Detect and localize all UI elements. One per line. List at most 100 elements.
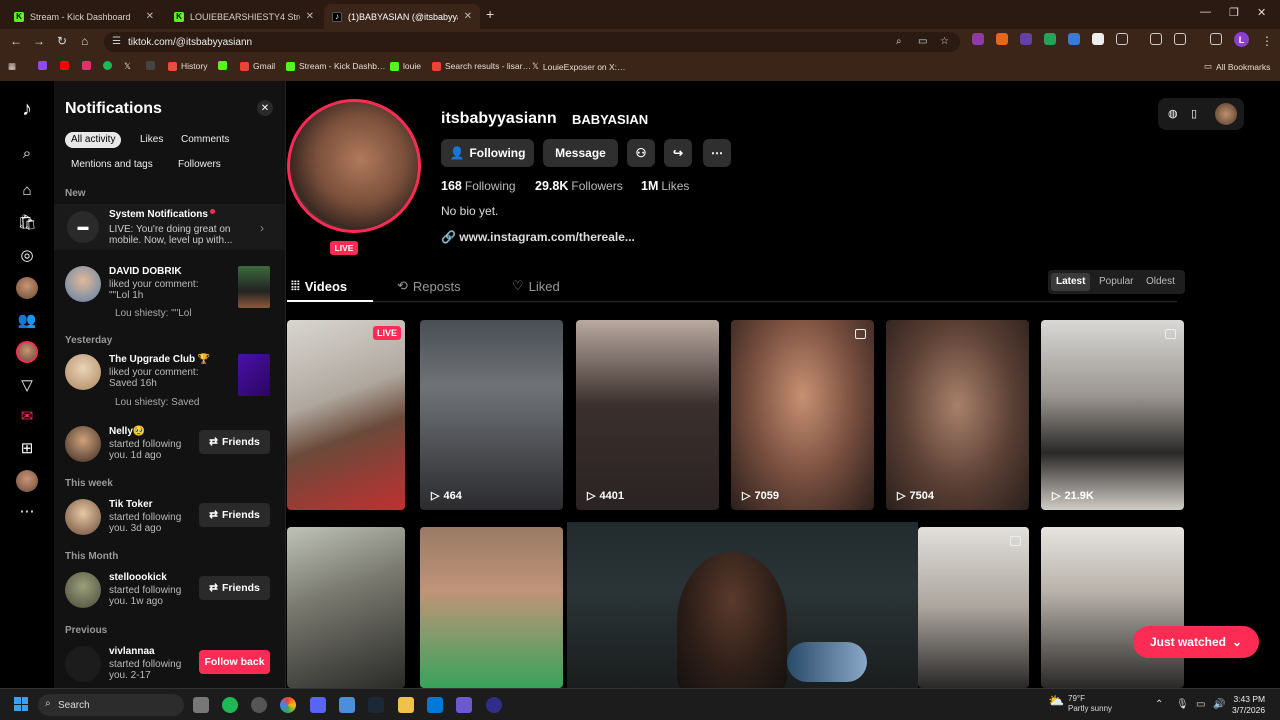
reading-list-icon[interactable] [1210,33,1222,45]
suggested-accounts-icon[interactable]: ⚇ [627,139,655,167]
tab-liked[interactable]: ♡ Liked [512,278,560,294]
profile-avatar[interactable] [16,470,38,492]
close-tab-icon[interactable]: ✕ [306,11,314,22]
close-tab-icon[interactable]: ✕ [464,11,472,22]
notification-tik-toker[interactable]: Tik Toker started following you. 3d ago … [54,497,285,545]
browser-tab-kick-dashboard[interactable]: K Stream - Kick Dashboard ✕ [6,4,162,29]
weather-widget[interactable]: ⛅ 79°F Partly sunny [1046,694,1112,714]
inbox-icon[interactable]: ✉ [17,406,37,426]
chrome-icon[interactable] [280,697,296,713]
more-icon[interactable]: ⋯ [17,501,37,521]
device-icon[interactable]: ▯ [1191,107,1197,120]
browser-tab-tiktok[interactable]: ♪ (1)BABYASIAN (@itsbabyyasian) ✕ [324,4,480,29]
filter-mentions[interactable]: Mentions and tags [65,157,159,173]
bookmark-kick-icon[interactable] [218,61,227,70]
video-card[interactable]: ▷ 4401 [576,320,719,510]
filter-comments[interactable]: Comments [175,132,235,148]
more-options-icon[interactable]: ⋯ [703,139,731,167]
friends-button[interactable]: ⇄ Friends [199,503,270,527]
app-icon[interactable] [251,697,267,713]
obs-icon[interactable] [486,697,502,713]
search-icon[interactable]: ⌕ [17,143,37,163]
following-avatar[interactable] [16,277,38,299]
profile-avatar-button[interactable]: L [1234,32,1249,47]
live-badge[interactable]: LIVE [330,241,358,255]
close-window-icon[interactable]: ✕ [1257,6,1266,19]
bookmark-x-icon[interactable]: 𝕏 [124,61,131,72]
taskbar-search[interactable]: ⌕ Search [38,694,184,716]
tab-videos[interactable]: ⦙⦙⦙ Videos [291,278,347,294]
extension-icon[interactable] [996,33,1008,45]
video-card[interactable] [420,527,563,688]
sort-latest[interactable]: Latest [1051,273,1091,291]
following-button[interactable]: 👤 Following [441,139,534,167]
bookmark-stream-dashboard[interactable]: Stream - Kick Dashb… [286,61,385,71]
live-avatar[interactable] [16,341,38,363]
upload-icon[interactable]: ⊞ [17,438,37,458]
messages-icon[interactable]: ▽ [17,375,37,395]
video-card[interactable]: ▷ 464 [420,320,563,510]
discord-icon[interactable] [310,697,326,713]
notification-david-dobrik[interactable]: DAVID DOBRIK liked your comment: ""Lol 1… [54,264,285,320]
site-info-icon[interactable]: ☰ [112,36,121,47]
bookmark-louie[interactable]: louie [390,61,421,71]
browser-tab-louie-stream[interactable]: K LOUIEBEARSHIESTY4 Stream - … ✕ [166,4,322,29]
sort-popular[interactable]: Popular [1094,273,1138,291]
network-icon[interactable]: ▭ [1196,699,1205,710]
task-view-icon[interactable] [193,697,209,713]
video-thumbnail[interactable] [238,266,270,308]
video-card[interactable]: LIVE [287,320,405,510]
video-card[interactable] [287,527,405,688]
video-card[interactable]: ▷ 21.9K [1041,320,1184,510]
explore-icon[interactable]: ◎ [17,245,37,265]
extensions-puzzle-icon[interactable] [1116,33,1128,45]
zoom-icon[interactable]: ⌕ [896,36,902,47]
bookmark-youtube-icon[interactable] [60,61,69,70]
bookmark-twitch-icon[interactable] [38,61,47,70]
notification-stellooo[interactable]: stelloookick started following you. 1w a… [54,570,285,618]
video-thumbnail[interactable] [238,354,270,396]
extension-icon[interactable] [1044,33,1056,45]
bookmark-history[interactable]: History [168,61,207,71]
filter-likes[interactable]: Likes [134,132,169,148]
menu-dots-icon[interactable]: ⋮ [1261,34,1273,48]
back-icon[interactable]: ← [10,34,22,48]
bookmark-gmail[interactable]: Gmail [240,61,275,71]
notification-nelly[interactable]: Nelly🥹 started following you. 1d ago ⇄ Fr… [54,424,285,472]
notification-system[interactable]: ▬ System Notifications LIVE: You're doin… [54,204,285,250]
followers-stat[interactable]: 29.8K Followers [535,179,623,193]
all-bookmarks-button[interactable]: ▭ All Bookmarks [1204,61,1270,72]
new-tab-button[interactable]: + [486,6,494,22]
video-card[interactable] [1041,527,1184,688]
video-card[interactable]: ▷ 7059 [731,320,874,510]
shop-icon[interactable]: 🛍 [17,212,37,232]
microphone-icon[interactable]: 🎙 [1176,699,1189,710]
sort-oldest[interactable]: Oldest [1141,273,1180,291]
home-icon[interactable]: ⌂ [81,34,88,48]
apps-grid-icon[interactable]: ▦ [8,61,16,72]
friends-button[interactable]: ⇄ Friends [199,576,270,600]
tray-chevron-icon[interactable]: ⌃ [1155,699,1163,710]
close-tab-icon[interactable]: ✕ [146,11,154,22]
coin-icon[interactable]: ◍ [1168,107,1178,120]
video-card[interactable] [918,527,1029,688]
address-bar[interactable]: ☰ tiktok.com/@itsbabyyasiann ⌕ ▭ ☆ [104,32,960,52]
download-icon[interactable] [1174,33,1186,45]
file-explorer-icon[interactable] [398,697,414,713]
app-icon[interactable] [456,697,472,713]
close-icon[interactable]: ✕ [257,100,273,116]
friends-icon[interactable]: 👥 [17,310,37,330]
friends-button[interactable]: ⇄ Friends [199,430,270,454]
filter-followers[interactable]: Followers [172,157,227,173]
settings-icon[interactable] [339,697,355,713]
extension-icon[interactable] [1020,33,1032,45]
bookmark-spotify-icon[interactable] [103,61,112,70]
filter-all-activity[interactable]: All activity [65,132,122,148]
spotify-icon[interactable] [222,697,238,713]
extension-icon[interactable] [1092,33,1104,45]
cast-icon[interactable]: ▭ [918,36,927,47]
sidepanel-icon[interactable] [1150,33,1162,45]
volume-icon[interactable]: 🔊 [1213,699,1225,710]
bookmark-stake-icon[interactable] [146,61,155,70]
reload-icon[interactable]: ↻ [57,34,67,48]
